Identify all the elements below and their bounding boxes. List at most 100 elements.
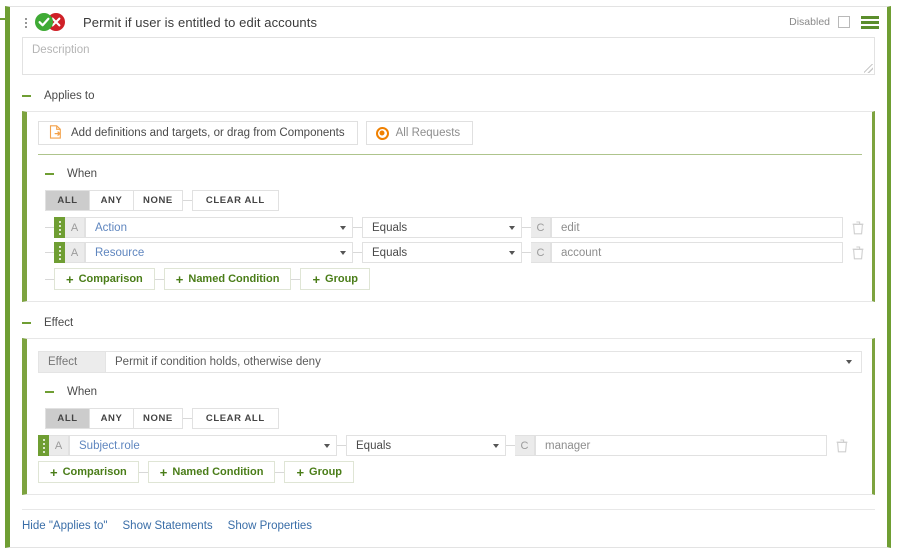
policy-collapse-toggle[interactable] [0, 18, 7, 20]
add-group-button[interactable]: + Group [300, 268, 370, 290]
drag-handle-icon[interactable] [54, 217, 65, 238]
add-group-label: Group [309, 466, 342, 478]
applies-to-conditions: A Action Equals C edit [45, 217, 872, 301]
effect-label: Effect [44, 317, 73, 329]
chevron-down-icon [340, 226, 346, 230]
clear-all-button[interactable]: CLEAR ALL [192, 190, 279, 211]
row-connector [337, 445, 346, 446]
resize-handle[interactable] [864, 64, 873, 73]
condition-row: A Subject.role Equals C manager [38, 435, 872, 456]
description-placeholder: Description [32, 44, 90, 56]
header-actions: Disabled [789, 16, 881, 29]
add-comparison-button[interactable]: + Comparison [54, 268, 155, 290]
policy-header: Permit if user is entitled to edit accou… [10, 7, 887, 37]
operator-value: Equals [372, 222, 407, 234]
row-connector [353, 227, 362, 228]
trash-icon[interactable] [836, 439, 848, 453]
chevron-down-icon [340, 251, 346, 255]
effect-collapse-toggle[interactable] [22, 322, 31, 324]
value-tag: C [531, 242, 551, 263]
add-named-condition-button[interactable]: + Named Condition [164, 268, 292, 290]
value-text: edit [561, 222, 580, 234]
match-option-all[interactable]: ALL [45, 190, 89, 211]
attribute-select[interactable]: Resource [85, 242, 353, 263]
operator-select[interactable]: Equals [362, 242, 522, 263]
add-definitions-label: Add definitions and targets, or drag fro… [71, 127, 345, 139]
operator-select[interactable]: Equals [346, 435, 506, 456]
add-connector [275, 472, 284, 473]
add-connector [291, 279, 300, 280]
value-tag: C [515, 435, 535, 456]
applies-to-label: Applies to [44, 90, 95, 102]
value-input[interactable]: manager [535, 435, 827, 456]
all-requests-button[interactable]: All Requests [366, 121, 474, 145]
applies-to-divider [38, 154, 862, 155]
value-text: account [561, 247, 601, 259]
operator-value: Equals [372, 247, 407, 259]
match-option-any[interactable]: ANY [89, 190, 133, 211]
value-tag: C [531, 217, 551, 238]
footer-links: Hide "Applies to" Show Statements Show P… [10, 510, 887, 532]
applies-to-when-header: When [45, 164, 872, 184]
kebab-menu-icon[interactable] [20, 17, 32, 28]
condition-row: A Action Equals C edit [45, 217, 872, 238]
match-option-none[interactable]: NONE [133, 190, 183, 211]
row-connector [522, 227, 531, 228]
match-option-none[interactable]: NONE [133, 408, 183, 429]
add-named-condition-label: Named Condition [172, 466, 263, 478]
add-comparison-button[interactable]: + Comparison [38, 461, 139, 483]
trash-icon[interactable] [852, 246, 864, 260]
effect-header: Effect [22, 312, 887, 334]
chevron-down-icon [509, 251, 515, 255]
description-field[interactable]: Description [22, 37, 875, 75]
attribute-select[interactable]: Subject.role [69, 435, 337, 456]
effect-match-selector: ALL ANY NONE CLEAR ALL [45, 408, 872, 429]
condition-row: A Resource Equals C account [45, 242, 872, 263]
plus-icon: + [312, 273, 320, 286]
match-option-any[interactable]: ANY [89, 408, 133, 429]
effect-field-row: Effect Permit if condition holds, otherw… [38, 351, 862, 373]
permit-check-icon [35, 13, 53, 31]
applies-to-match-selector: ALL ANY NONE CLEAR ALL [45, 190, 872, 211]
attribute-value: Subject.role [79, 440, 140, 452]
effect-select[interactable]: Permit if condition holds, otherwise den… [106, 351, 862, 373]
match-option-all[interactable]: ALL [45, 408, 89, 429]
segment-connector [183, 418, 192, 419]
add-comparison-label: Comparison [63, 466, 127, 478]
add-group-button[interactable]: + Group [284, 461, 354, 483]
applies-to-header: Applies to [22, 85, 887, 107]
value-input[interactable]: account [551, 242, 843, 263]
operator-select[interactable]: Equals [362, 217, 522, 238]
add-definitions-button[interactable]: Add definitions and targets, or drag fro… [38, 121, 358, 145]
trash-icon[interactable] [852, 221, 864, 235]
effect-when-header: When [45, 382, 872, 402]
show-properties-link[interactable]: Show Properties [228, 520, 312, 532]
applies-to-when-collapse-toggle[interactable] [45, 173, 54, 175]
clear-all-button[interactable]: CLEAR ALL [192, 408, 279, 429]
drag-handle-icon[interactable] [38, 435, 49, 456]
add-connector [155, 279, 164, 280]
value-input[interactable]: edit [551, 217, 843, 238]
applies-to-toolbar: Add definitions and targets, or drag fro… [27, 112, 872, 154]
effect-field-label: Effect [38, 351, 106, 373]
policy-card: Permit if user is entitled to edit accou… [5, 6, 891, 548]
show-statements-link[interactable]: Show Statements [123, 520, 213, 532]
attribute-tag: A [65, 217, 85, 238]
hamburger-menu-icon[interactable] [861, 16, 879, 29]
add-named-condition-button[interactable]: + Named Condition [148, 461, 276, 483]
operator-value: Equals [356, 440, 391, 452]
applies-to-when-label: When [67, 168, 97, 180]
attribute-select[interactable]: Action [85, 217, 353, 238]
attribute-value: Action [95, 222, 127, 234]
policy-editor-page: Permit if user is entitled to edit accou… [0, 0, 900, 555]
applies-to-collapse-toggle[interactable] [22, 95, 31, 97]
disabled-checkbox[interactable] [838, 16, 850, 28]
applies-to-panel: Add definitions and targets, or drag fro… [22, 111, 875, 302]
drag-handle-icon[interactable] [54, 242, 65, 263]
effect-when-collapse-toggle[interactable] [45, 391, 54, 393]
plus-icon: + [50, 466, 58, 479]
disabled-label: Disabled [789, 16, 830, 28]
effect-field-value: Permit if condition holds, otherwise den… [115, 356, 321, 368]
target-icon [376, 127, 389, 140]
hide-applies-to-link[interactable]: Hide "Applies to" [22, 520, 108, 532]
